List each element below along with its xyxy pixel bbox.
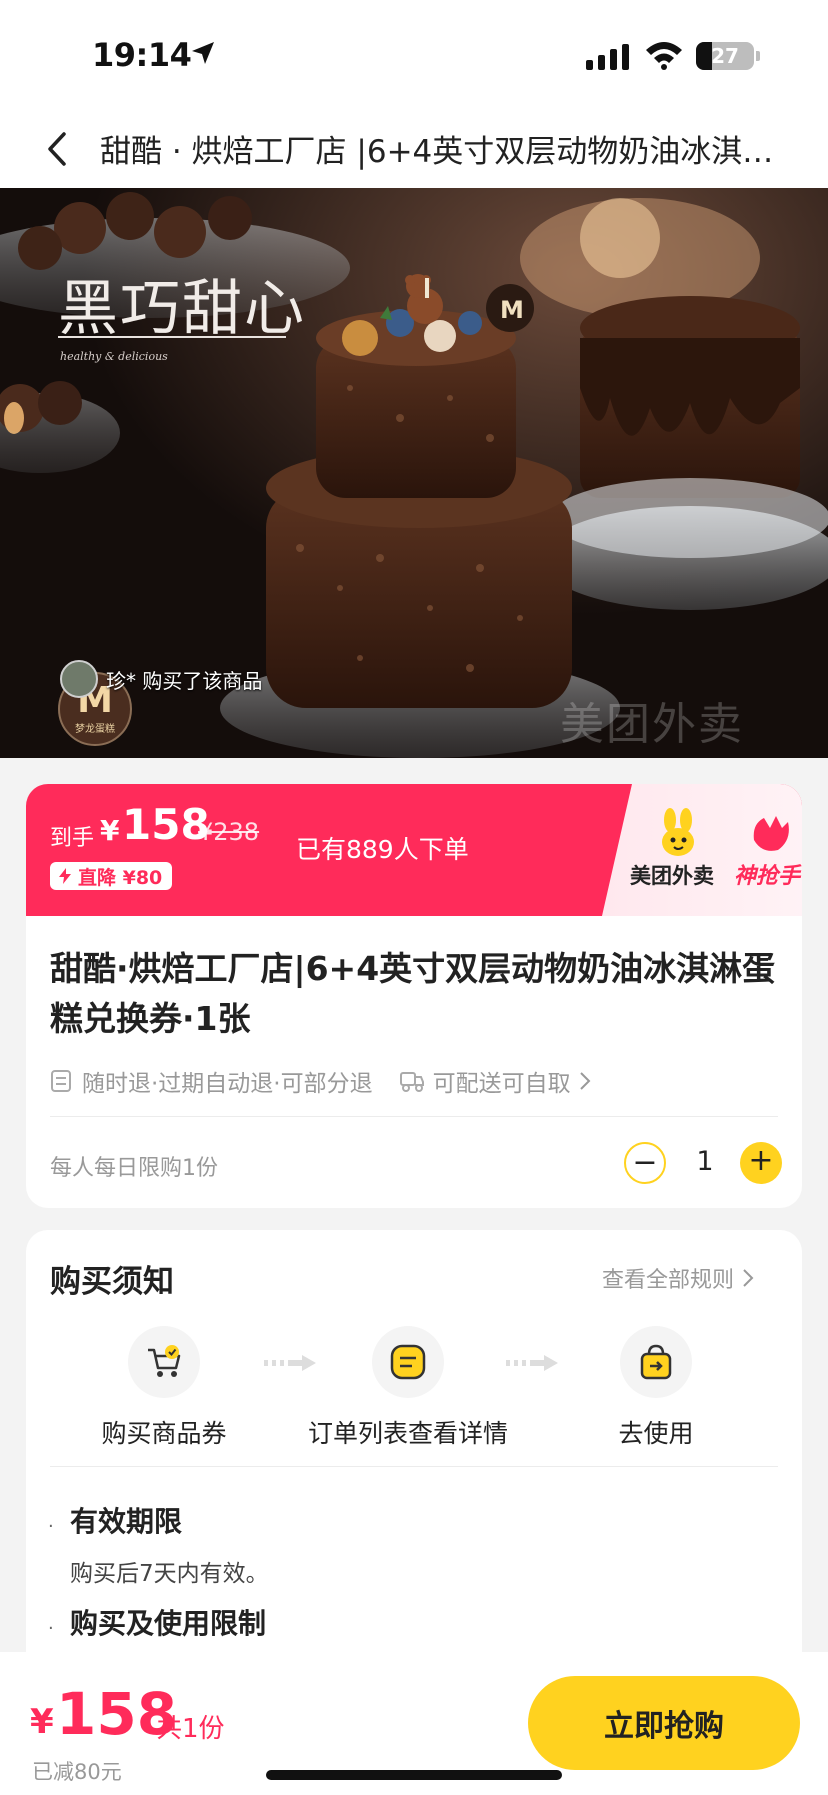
discount-tag-text: 直降 ¥80 — [78, 866, 163, 889]
step-label: 订单列表查看详情 — [308, 1419, 509, 1448]
hero-brand-subtext: healthy & delicious — [60, 350, 168, 363]
status-time: 19:14 — [92, 36, 192, 74]
notice-title: 购买须知 — [50, 1264, 174, 1300]
location-arrow-icon — [192, 42, 214, 64]
image-watermark: 美团外卖 — [560, 699, 744, 750]
battery-indicator: 27 — [696, 42, 754, 70]
minus-icon: − — [632, 1145, 658, 1180]
price-banner: 到手 ¥ 158 ¥238 直降 ¥80 已有889人下单 美团外卖 神抢手 — [26, 784, 802, 916]
step-view-order: 订单列表查看详情 — [308, 1326, 508, 1450]
hero-brand-text: 黑巧甜心 — [58, 274, 306, 344]
quantity-increase-button[interactable]: + — [740, 1142, 782, 1184]
buy-now-button[interactable]: 立即抢购 — [528, 1676, 800, 1770]
buyer-avatar — [60, 660, 98, 698]
view-all-rules-label: 查看全部规则 — [602, 1268, 735, 1293]
delivery-icon — [399, 1072, 424, 1092]
total-count: 共1份 — [156, 1714, 225, 1744]
product-title: 甜酷·烘焙工厂店|6+4英寸双层动物奶油冰淇淋蛋糕兑换券·1张 — [50, 949, 776, 1038]
saved-amount: 已减80元 — [32, 1760, 122, 1784]
bullet: · — [48, 1516, 54, 1537]
step-use: 去使用 — [556, 1326, 756, 1450]
notice-section-heading: 有效期限 — [70, 1505, 183, 1538]
product-hero-image[interactable]: M 黑巧甜心 healthy & delicious M 梦龙蛋糕 珍* 购买了… — [0, 188, 828, 758]
brand-shenqiangshou-label: 神抢手 — [734, 864, 801, 889]
price-currency: ¥ — [100, 814, 120, 847]
orders-count: 已有889人下单 — [296, 835, 469, 864]
final-price: 158 — [122, 800, 210, 849]
original-price: ¥238 — [198, 818, 260, 846]
chevron-right-icon — [743, 1269, 754, 1287]
refund-policy-text: 随时退·过期自动退·可部分退 — [82, 1071, 373, 1097]
lightning-icon — [59, 868, 71, 884]
meituan-rabbit-icon — [662, 808, 694, 856]
step-label: 去使用 — [618, 1419, 694, 1448]
view-all-rules-link[interactable]: 查看全部规则 — [602, 1262, 754, 1294]
divider — [50, 1466, 778, 1467]
chevron-right-icon — [579, 1072, 591, 1090]
total-currency: ¥ — [30, 1702, 54, 1742]
brand-meituan-label: 美团外卖 — [630, 864, 714, 888]
cart-check-icon — [128, 1326, 200, 1398]
shopping-bag-icon — [620, 1326, 692, 1398]
svg-text:M: M — [500, 296, 524, 324]
purchase-limit-text: 每人每日限购1份 — [50, 1156, 218, 1181]
step-arrow-icon — [506, 1355, 558, 1371]
cellular-signal-icon — [586, 44, 629, 70]
recent-buyer-text: 珍* 购买了该商品 — [106, 668, 263, 693]
bullet: · — [48, 1618, 54, 1639]
price-prefix: 到手 — [50, 826, 95, 851]
grab-hand-icon — [753, 816, 789, 851]
plus-icon: + — [748, 1143, 774, 1178]
step-label: 购买商品券 — [101, 1419, 227, 1448]
quantity-decrease-button[interactable]: − — [624, 1142, 666, 1184]
nav-bar: 甜酷 · 烘焙工厂店 |6+4英寸双层动物奶油冰淇淋蛋糕兑换券·1张 — [0, 110, 828, 188]
notice-section-heading: 购买及使用限制 — [70, 1607, 267, 1640]
page-title: 甜酷 · 烘焙工厂店 |6+4英寸双层动物奶油冰淇淋蛋糕兑换券·1张 — [100, 134, 800, 170]
back-arrow-icon[interactable] — [36, 124, 80, 174]
divider — [50, 1116, 778, 1117]
battery-level: 27 — [711, 44, 739, 68]
delivery-option-text: 可配送可自取 — [432, 1071, 571, 1097]
product-info-card: 甜酷·烘焙工厂店|6+4英寸双层动物奶油冰淇淋蛋糕兑换券·1张 随时退·过期自动… — [26, 916, 802, 1208]
wifi-icon — [646, 42, 682, 70]
notice-section-body: 购买后7天内有效。 — [70, 1561, 269, 1587]
order-list-icon — [372, 1326, 444, 1398]
quantity-value: 1 — [696, 1146, 714, 1177]
recent-buyer-notice: 珍* 购买了该商品 — [60, 660, 262, 698]
hero-brand-underline — [58, 336, 286, 338]
home-indicator[interactable] — [266, 1770, 562, 1780]
battery-tip — [756, 51, 760, 61]
policy-row[interactable]: 随时退·过期自动退·可部分退 可配送可自取 — [50, 1064, 591, 1098]
status-bar: 19:14 27 — [0, 0, 828, 110]
refund-policy-icon — [51, 1070, 71, 1092]
shop-logo-name: 梦龙蛋糕 — [75, 724, 115, 735]
purchase-notice-card: 购买须知 查看全部规则 购买商品券 订单列表查看详情 去使用 · 有效期限 购买… — [26, 1230, 802, 1670]
step-buy-voucher: 购买商品券 — [64, 1326, 264, 1450]
discount-tag: 直降 ¥80 — [50, 862, 173, 890]
